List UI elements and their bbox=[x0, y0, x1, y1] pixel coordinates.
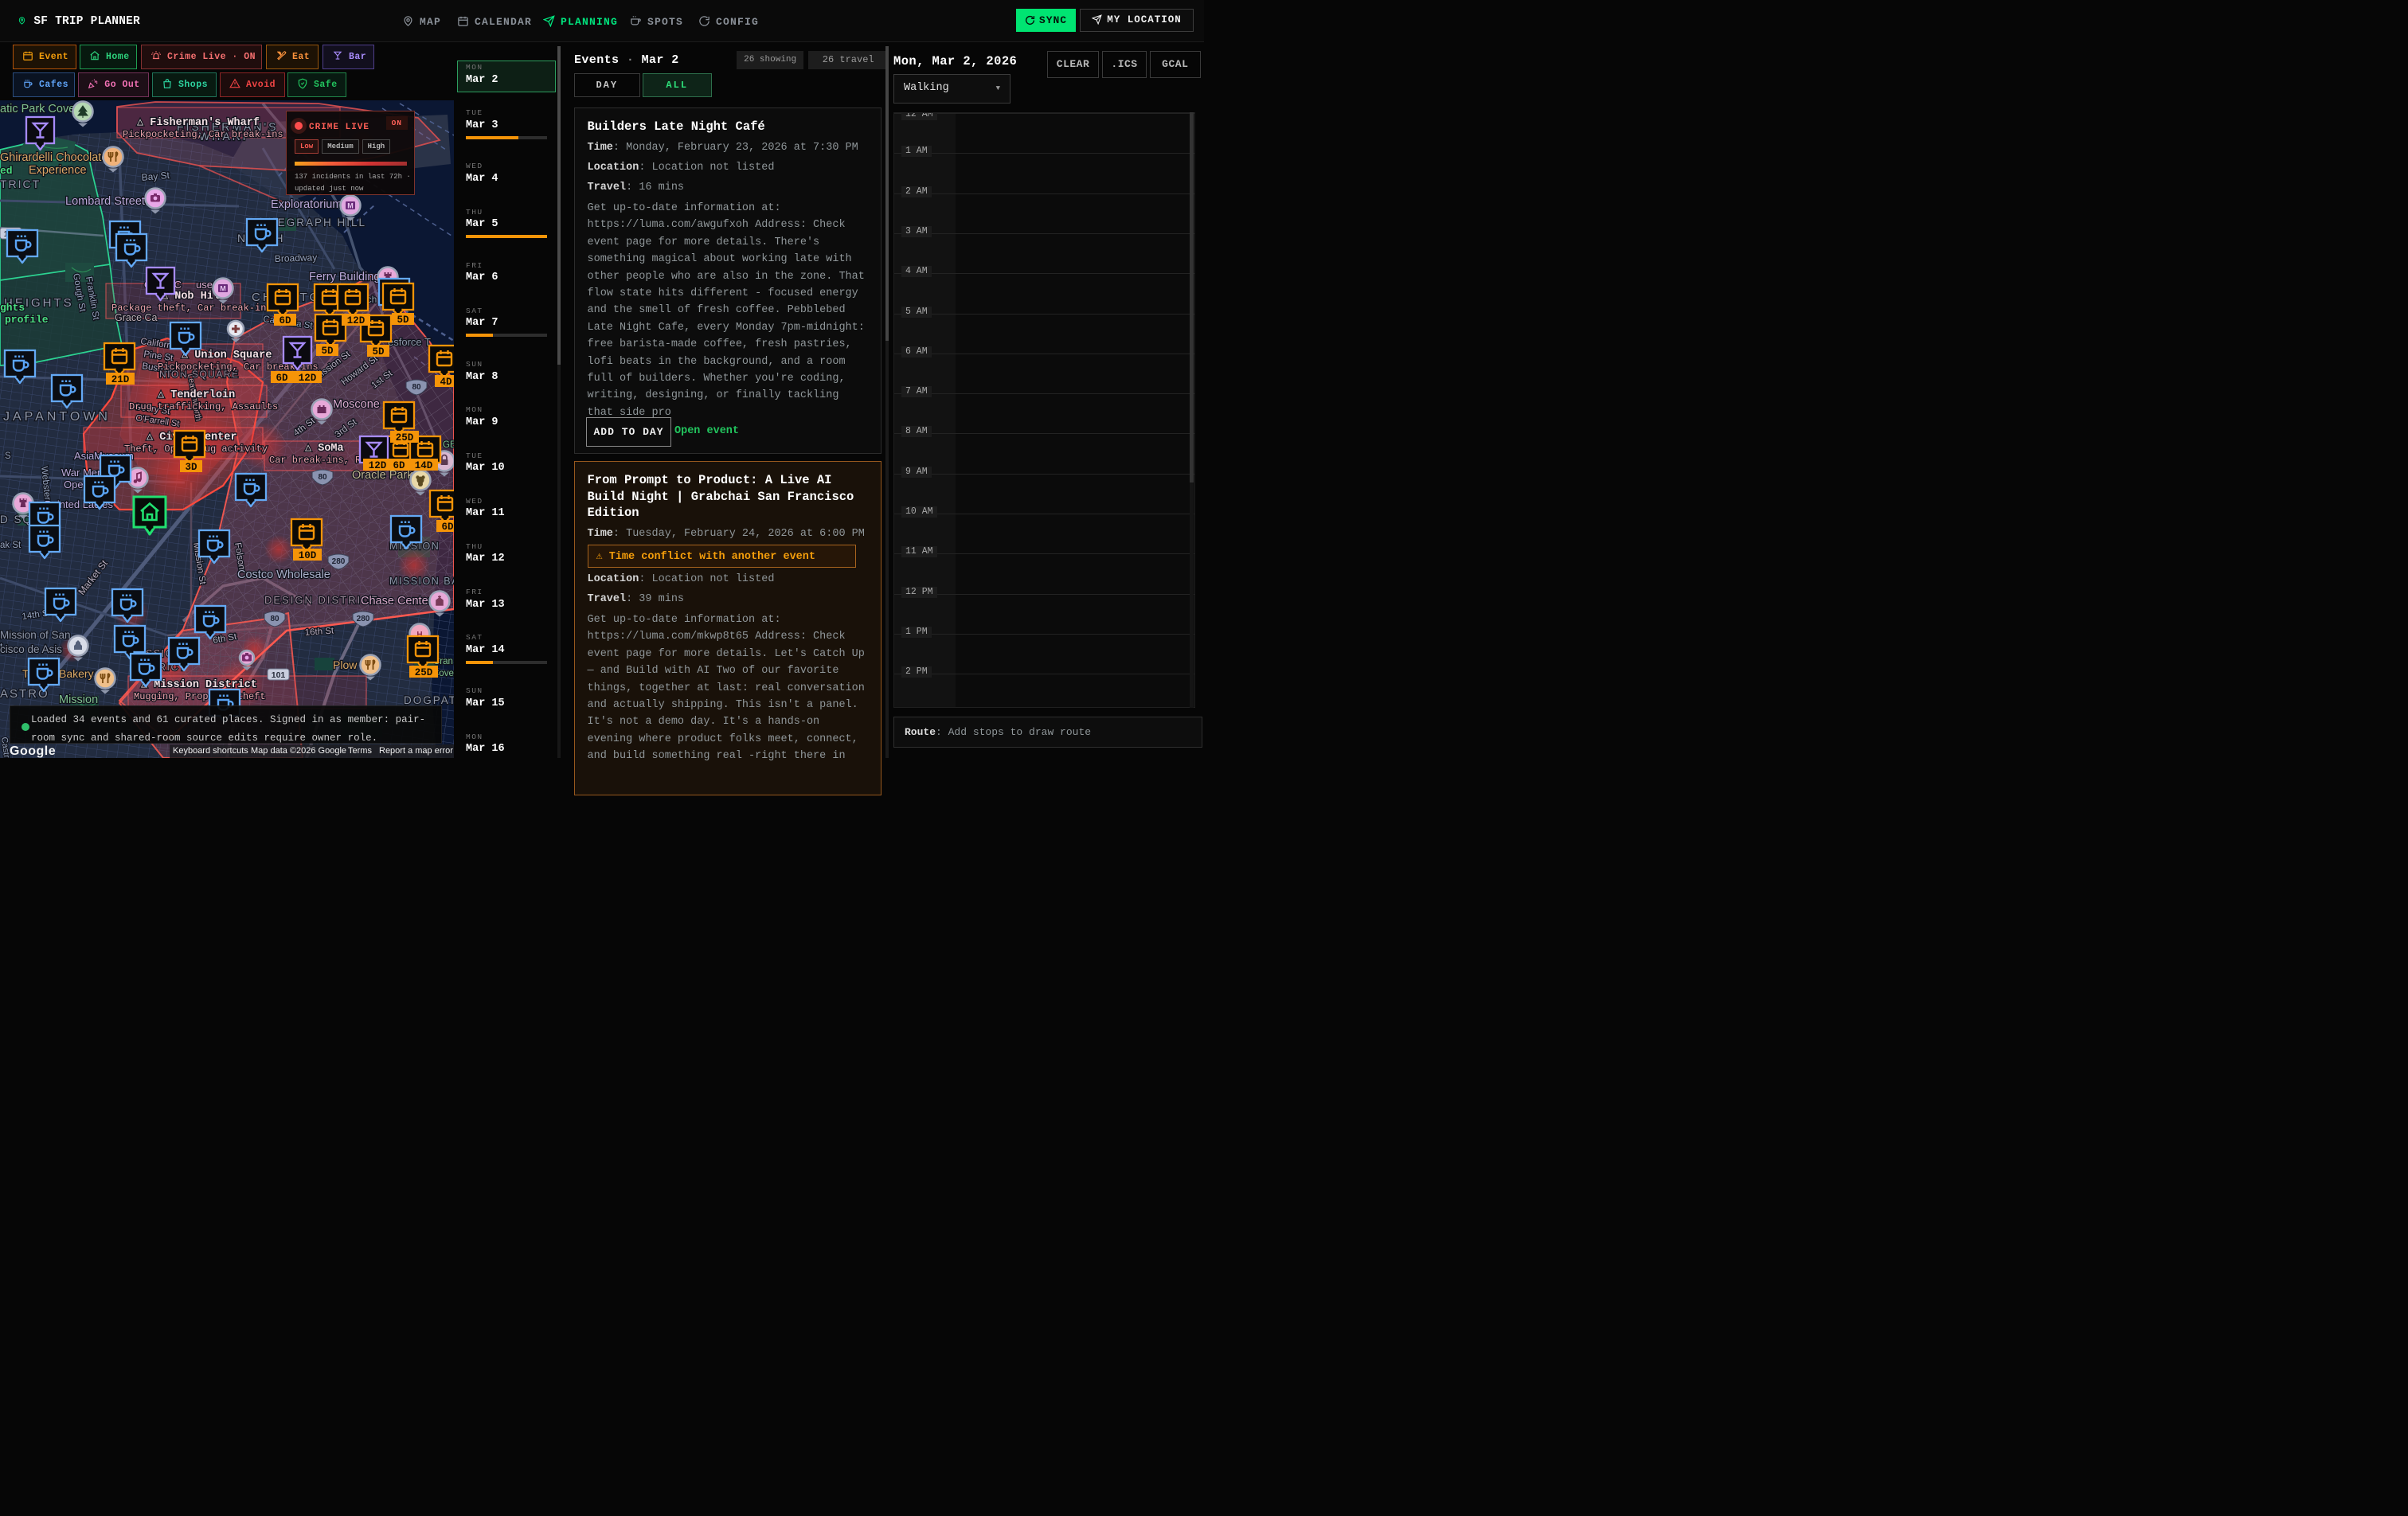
svg-text:80: 80 bbox=[318, 473, 327, 482]
svg-text:80: 80 bbox=[270, 615, 280, 623]
svg-text:12D: 12D bbox=[347, 315, 366, 326]
svg-text:profile: profile bbox=[5, 314, 49, 326]
svg-text:21D: 21D bbox=[111, 374, 130, 385]
svg-text:cisco de Asis: cisco de Asis bbox=[0, 643, 62, 655]
svg-text:101: 101 bbox=[272, 670, 286, 680]
svg-text:Package theft, Car break-ins: Package theft, Car break-ins bbox=[111, 303, 272, 314]
svg-text:△ Fisherman's Wharf: △ Fisherman's Wharf bbox=[137, 117, 260, 129]
svg-text:25D: 25D bbox=[415, 667, 433, 678]
svg-text:5D: 5D bbox=[397, 315, 409, 326]
svg-text:MISSION BA: MISSION BA bbox=[389, 576, 454, 587]
svg-text:Chase Center: Chase Center bbox=[361, 595, 432, 608]
svg-text:ak St: ak St bbox=[0, 541, 22, 550]
svg-text:3D: 3D bbox=[185, 462, 197, 473]
svg-text:Moscone: Moscone bbox=[333, 398, 380, 411]
svg-text:6D: 6D bbox=[441, 522, 454, 533]
svg-text:S: S bbox=[5, 451, 11, 461]
svg-text:atic Park Cove: atic Park Cove bbox=[0, 103, 75, 115]
svg-text:Bakery: Bakery bbox=[59, 667, 94, 680]
svg-text:M: M bbox=[347, 202, 354, 210]
svg-text:TRICT: TRICT bbox=[0, 178, 41, 190]
svg-text:10D: 10D bbox=[299, 550, 317, 561]
svg-text:Plow: Plow bbox=[333, 658, 358, 671]
svg-text:5D: 5D bbox=[321, 346, 334, 357]
svg-text:GE: GE bbox=[443, 440, 454, 450]
svg-text:6D: 6D bbox=[393, 460, 405, 471]
svg-text:△ Union Square: △ Union Square bbox=[182, 350, 272, 361]
svg-text:Lombard Street: Lombard Street bbox=[65, 195, 145, 208]
svg-text:280: 280 bbox=[332, 557, 346, 566]
svg-text:6D: 6D bbox=[279, 315, 291, 326]
svg-text:M: M bbox=[220, 285, 226, 293]
svg-text:Ghirardelli Chocolate: Ghirardelli Chocolate bbox=[0, 151, 108, 164]
svg-text:Mission of San: Mission of San bbox=[0, 629, 71, 641]
svg-text:5D: 5D bbox=[372, 346, 385, 358]
svg-text:Costco Wholesale: Costco Wholesale bbox=[237, 568, 330, 581]
svg-text:esforce T: esforce T bbox=[388, 336, 431, 348]
svg-text:Mugging, Property theft: Mugging, Property theft bbox=[134, 691, 266, 702]
svg-text:280: 280 bbox=[357, 615, 370, 623]
svg-text:25D: 25D bbox=[396, 432, 414, 443]
svg-text:12D: 12D bbox=[369, 460, 387, 471]
svg-text:△ SoMa: △ SoMa bbox=[305, 443, 344, 455]
svg-text:Broadway: Broadway bbox=[275, 252, 318, 264]
svg-text:80: 80 bbox=[412, 383, 421, 392]
svg-text:JAPANTOWN: JAPANTOWN bbox=[3, 410, 111, 424]
svg-text:Drug trafficking, Assaults: Drug trafficking, Assaults bbox=[129, 401, 278, 412]
svg-text:6D: 6D bbox=[276, 373, 288, 384]
svg-text:△ Tenderloin: △ Tenderloin bbox=[158, 389, 235, 401]
svg-text:Mission: Mission bbox=[59, 694, 98, 706]
svg-text:Pickpocketing, Car break-ins: Pickpocketing, Car break-ins bbox=[123, 129, 283, 140]
svg-text:Ferry Building: Ferry Building bbox=[309, 271, 380, 283]
svg-text:DOGPATC: DOGPATC bbox=[404, 694, 454, 706]
svg-text:12D: 12D bbox=[299, 373, 317, 384]
svg-text:ed: ed bbox=[0, 165, 13, 177]
svg-text:14D: 14D bbox=[415, 460, 433, 471]
svg-text:Grace Ca: Grace Ca bbox=[115, 312, 158, 323]
svg-text:Experience: Experience bbox=[29, 164, 87, 177]
svg-text:ghts: ghts bbox=[0, 302, 25, 314]
svg-text:4D: 4D bbox=[440, 377, 452, 388]
svg-text:Exploratorium: Exploratorium bbox=[271, 198, 342, 211]
